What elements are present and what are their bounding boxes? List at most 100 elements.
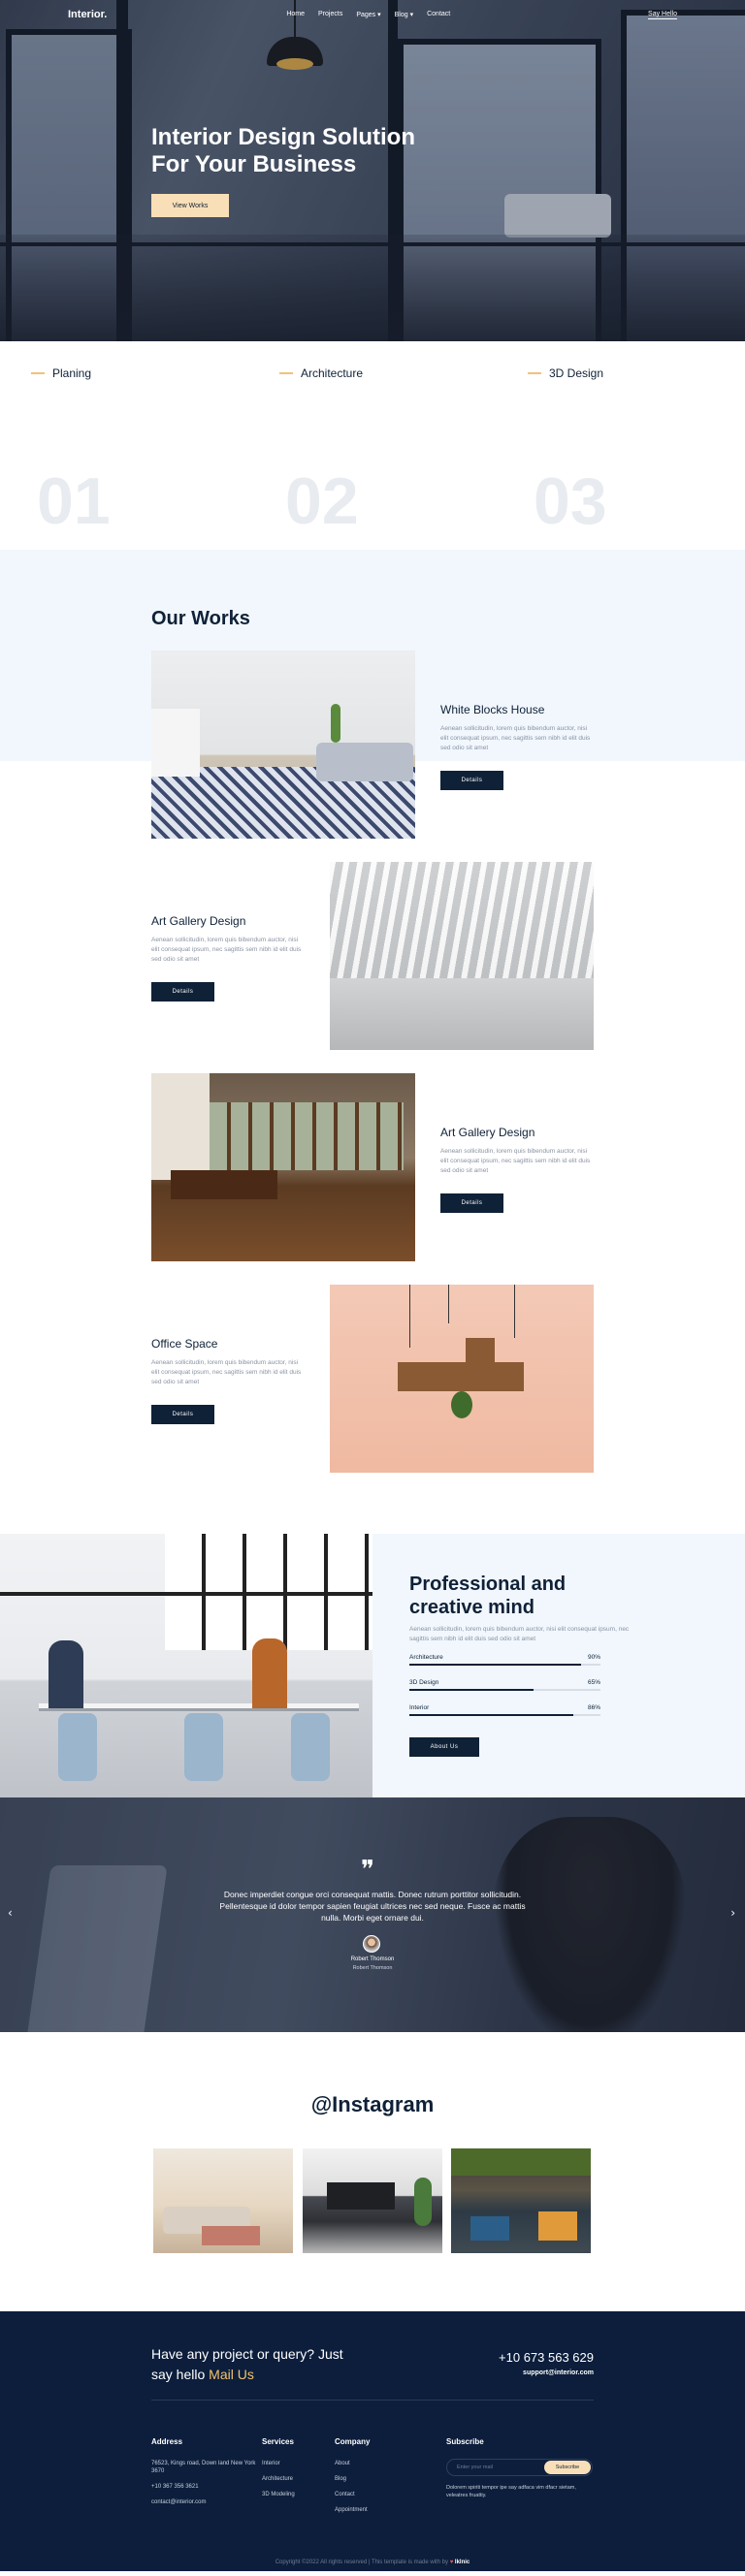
footer-link[interactable]: Architecture <box>262 2475 295 2483</box>
work-desc: Aenean sollicitudin, lorem quis bibendum… <box>440 1148 591 1174</box>
skill-fill <box>409 1664 582 1666</box>
menu-item-projects[interactable]: Projects <box>318 11 342 18</box>
professional-section: Professional and creative mind Aenean so… <box>0 1534 745 1797</box>
shelf <box>466 1338 495 1362</box>
work-desc: Aenean sollicitudin, lorem quis bibendum… <box>151 1359 302 1385</box>
menu-item-blog[interactable]: Blog ▾ <box>395 11 413 18</box>
address-email[interactable]: contact@interior.com <box>151 2498 258 2506</box>
testimonial-quote: Donec imperdiet congue orci consequat ma… <box>219 1890 526 1923</box>
footer-divider <box>151 2400 594 2401</box>
skill-value: 86% <box>587 1704 600 1711</box>
plant <box>451 1391 472 1418</box>
cord <box>514 1285 515 1338</box>
work-image-white-blocks[interactable] <box>151 651 415 839</box>
skill-bar <box>409 1689 600 1691</box>
cord <box>448 1285 449 1323</box>
footer-heading: Address <box>151 2437 183 2446</box>
work-image-art-gallery-1[interactable] <box>330 862 594 1050</box>
logo[interactable]: Interior. <box>68 9 107 20</box>
floor <box>330 978 594 1050</box>
footer-email[interactable]: support@interior.com <box>523 2369 594 2376</box>
menu-item-home[interactable]: Home <box>286 11 305 18</box>
service-3d-design[interactable]: 3D Design 03 <box>528 366 607 538</box>
pro-title: Professional and creative mind <box>409 1574 567 1618</box>
work-title: Office Space <box>151 1337 218 1351</box>
footer-link[interactable]: Appointment <box>335 2506 370 2514</box>
details-button[interactable]: Details <box>440 771 503 790</box>
subscribe-button[interactable]: Subscribe <box>544 2461 591 2474</box>
plant <box>331 704 340 743</box>
service-name: Planing <box>52 366 92 380</box>
footer-link[interactable]: 3D Modeling <box>262 2491 295 2498</box>
dash-icon <box>279 372 293 374</box>
address-phone[interactable]: +10 367 356 3621 <box>151 2483 258 2491</box>
windows <box>210 1102 404 1170</box>
work-title: Art Gallery Design <box>151 914 246 928</box>
tv-wall <box>327 2182 395 2210</box>
subscribe-input[interactable]: Enter your mail <box>457 2465 493 2470</box>
cta-line1: Have any project or query? Just <box>151 2346 343 2362</box>
instagram-photo-1[interactable] <box>153 2148 293 2253</box>
footer-services: Services Interior Architecture 3D Modeli… <box>262 2437 295 2506</box>
skill-label: Interior <box>409 1704 430 1711</box>
about-us-button[interactable]: About Us <box>409 1737 479 1757</box>
subscribe-note: Dolorem spiriti tempor ipe say adfaca vi… <box>446 2485 576 2498</box>
instagram-photo-2[interactable] <box>303 2148 442 2253</box>
skill-value: 65% <box>587 1679 600 1686</box>
testimonial-role: Robert Thomson <box>352 1965 393 1971</box>
skill-value: 90% <box>587 1654 600 1661</box>
details-button[interactable]: Details <box>151 982 214 1002</box>
service-planing[interactable]: Planing 01 <box>31 366 111 538</box>
service-name: Architecture <box>301 366 364 380</box>
testimonial-section: ‹ › ❞ Donec imperdiet congue orci conseq… <box>0 1797 745 2032</box>
say-hello-link[interactable]: Say Hello <box>648 11 677 19</box>
work-image-office-space[interactable] <box>330 1285 594 1473</box>
skill-architecture: Architecture 90% <box>409 1654 600 1666</box>
copyright-brand[interactable]: Iklnic <box>455 2560 470 2565</box>
menu-item-contact[interactable]: Contact <box>427 11 450 18</box>
service-architecture[interactable]: Architecture 02 <box>279 366 364 538</box>
service-number: 02 <box>285 464 359 538</box>
service-name: 3D Design <box>549 366 604 380</box>
skill-fill <box>409 1689 534 1691</box>
skill-label: 3D Design <box>409 1679 439 1686</box>
prev-arrow-icon[interactable]: ‹ <box>8 1906 13 1920</box>
footer-phone[interactable]: +10 673 563 629 <box>499 2350 594 2365</box>
cta-line2: say hello <box>151 2367 206 2382</box>
footer-company: Company About Blog Contact Appointment <box>335 2437 370 2522</box>
footer-link[interactable]: Contact <box>335 2491 370 2498</box>
work-info-2: Art Gallery Design Aenean sollicitudin, … <box>151 914 307 1002</box>
chair <box>538 2211 577 2241</box>
menu-item-pages[interactable]: Pages ▾ <box>356 11 380 18</box>
footer-link[interactable]: About <box>335 2460 370 2467</box>
main-menu: Home Projects Pages ▾ Blog ▾ Contact <box>286 11 450 18</box>
hero-title-line2: For Your Business <box>151 151 357 177</box>
page: Interior. Home Projects Pages ▾ Blog ▾ C… <box>0 0 745 2576</box>
instagram-title[interactable]: @Instagram <box>0 2092 745 2117</box>
footer-link[interactable]: Blog <box>335 2475 370 2483</box>
view-works-button[interactable]: View Works <box>151 194 229 217</box>
work-image-art-gallery-2[interactable] <box>151 1073 415 1261</box>
footer-link[interactable]: Interior <box>262 2460 295 2467</box>
person <box>49 1640 83 1708</box>
work-title: White Blocks House <box>440 703 545 716</box>
subscribe-form: Enter your mail Subscribe <box>446 2459 593 2476</box>
rug <box>202 2226 260 2245</box>
work-desc: Aenean sollicitudin, lorem quis bibendum… <box>440 725 591 751</box>
details-button[interactable]: Details <box>151 1405 214 1424</box>
mail-us-link[interactable]: Mail Us <box>209 2367 254 2382</box>
chair <box>184 1713 223 1781</box>
chair <box>291 1713 330 1781</box>
cabinet <box>151 709 200 777</box>
next-arrow-icon[interactable]: › <box>730 1906 735 1920</box>
sofa <box>316 743 413 781</box>
details-button[interactable]: Details <box>440 1193 503 1213</box>
testimonial-name: Robert Thomson <box>350 1956 395 1962</box>
work-info-4: Office Space Aenean sollicitudin, lorem … <box>151 1337 307 1424</box>
service-number: 01 <box>37 464 111 538</box>
instagram-photo-3[interactable] <box>451 2148 591 2253</box>
address-line: 76523, Kings road, Down land New York 36… <box>151 2461 256 2474</box>
work-info-1: White Blocks House Aenean sollicitudin, … <box>440 703 596 790</box>
instagram-section: @Instagram <box>0 2032 745 2311</box>
top-nav: Interior. Home Projects Pages ▾ Blog ▾ C… <box>0 0 745 29</box>
